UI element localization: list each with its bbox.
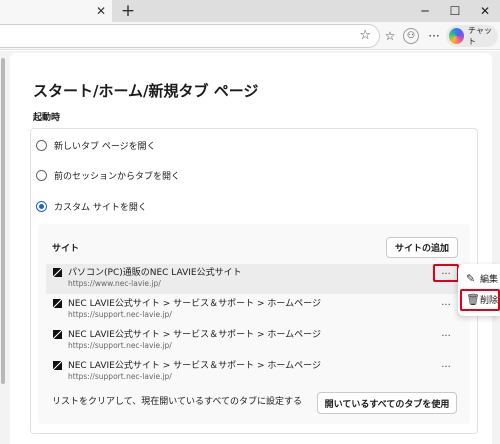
sites-heading: サイト xyxy=(52,244,80,254)
highlight-more-button xyxy=(433,264,459,282)
site-favicon-icon xyxy=(53,361,62,370)
radio-custom-sites[interactable] xyxy=(36,200,47,212)
site-favicon-icon xyxy=(53,299,62,308)
settings-menu-icon[interactable]: ··· xyxy=(425,27,443,45)
browser-toolbar: ☆ ☆ ⚇ ··· チャット xyxy=(0,22,500,50)
edit-icon: ✎ xyxy=(466,272,476,285)
profile-icon[interactable]: ⚇ xyxy=(403,28,419,44)
site-row: NEC LAVIE公式サイト > サービス＆サポート > ホームページ http… xyxy=(46,326,464,356)
option-previous-session[interactable]: 前のセッションからタブを開く xyxy=(36,167,180,183)
radio-previous-session[interactable] xyxy=(36,169,47,181)
option-label: カスタム サイトを開く xyxy=(54,202,147,213)
site-row: NEC LAVIE公式サイト > サービス＆サポート > ホームページ http… xyxy=(46,295,464,325)
more-actions-icon[interactable]: ··· xyxy=(436,360,456,374)
title-bar: ✕ + ─ ☐ ✕ xyxy=(0,0,500,22)
site-url: https://support.nec-lavie.jp/ xyxy=(68,310,172,319)
clear-list-description: リストをクリアして、現在開いているすべてのタブに設定する xyxy=(52,397,303,407)
add-favorite-icon[interactable]: ☆ xyxy=(359,28,371,43)
option-label: 新しいタブ ページを開く xyxy=(54,141,156,152)
tab-close-icon[interactable]: ✕ xyxy=(92,2,110,20)
site-name: NEC LAVIE公式サイト > サービス＆サポート > ホームページ xyxy=(68,330,321,340)
address-bar[interactable]: ☆ xyxy=(0,24,380,48)
site-name: NEC LAVIE公式サイト > サービス＆サポート > ホームページ xyxy=(68,361,321,371)
page-title: スタート/ホーム/新規タブ ページ xyxy=(33,82,259,100)
chat-label: チャット xyxy=(468,26,492,46)
startup-section-label: 起動時 xyxy=(33,113,61,123)
site-favicon-icon xyxy=(53,330,62,339)
maximize-button[interactable]: ☐ xyxy=(440,0,470,22)
minimize-button[interactable]: ─ xyxy=(410,0,440,22)
option-label: 前のセッションからタブを開く xyxy=(54,171,181,182)
use-open-tabs-button[interactable]: 開いているすべてのタブを使用 xyxy=(317,392,457,414)
site-url: https://www.nec-lavie.jp/ xyxy=(68,279,161,288)
site-url: https://support.nec-lavie.jp/ xyxy=(68,372,172,381)
site-name: NEC LAVIE公式サイト > サービス＆サポート > ホームページ xyxy=(68,299,321,309)
menu-item-edit[interactable]: ✎ 編集 xyxy=(466,272,498,285)
site-url: https://support.nec-lavie.jp/ xyxy=(68,341,172,350)
site-favicon-icon xyxy=(53,268,62,277)
scrollbar[interactable] xyxy=(1,58,5,384)
add-site-button[interactable]: サイトの追加 xyxy=(386,237,458,258)
chat-button[interactable]: チャット xyxy=(446,25,498,47)
copilot-icon xyxy=(449,28,465,44)
close-window-button[interactable]: ✕ xyxy=(470,0,500,22)
more-actions-icon[interactable]: ··· xyxy=(436,329,456,343)
site-row: NEC LAVIE公式サイト > サービス＆サポート > ホームページ http… xyxy=(46,357,464,387)
option-custom-sites[interactable]: カスタム サイトを開く xyxy=(36,198,147,214)
favorites-icon[interactable]: ☆ xyxy=(381,27,399,45)
site-name: パソコン(PC)通販のNEC LAVIE公式サイト xyxy=(68,268,242,278)
site-row: パソコン(PC)通販のNEC LAVIE公式サイト https://www.ne… xyxy=(46,264,464,294)
radio-new-tab[interactable] xyxy=(36,139,47,151)
menu-item-label: 編集 xyxy=(480,275,499,285)
highlight-delete-item xyxy=(460,289,500,311)
option-new-tab[interactable]: 新しいタブ ページを開く xyxy=(36,137,156,153)
new-tab-button[interactable]: + xyxy=(118,1,138,21)
active-tab[interactable]: ✕ xyxy=(0,0,112,22)
more-actions-icon[interactable]: ··· xyxy=(436,298,456,312)
